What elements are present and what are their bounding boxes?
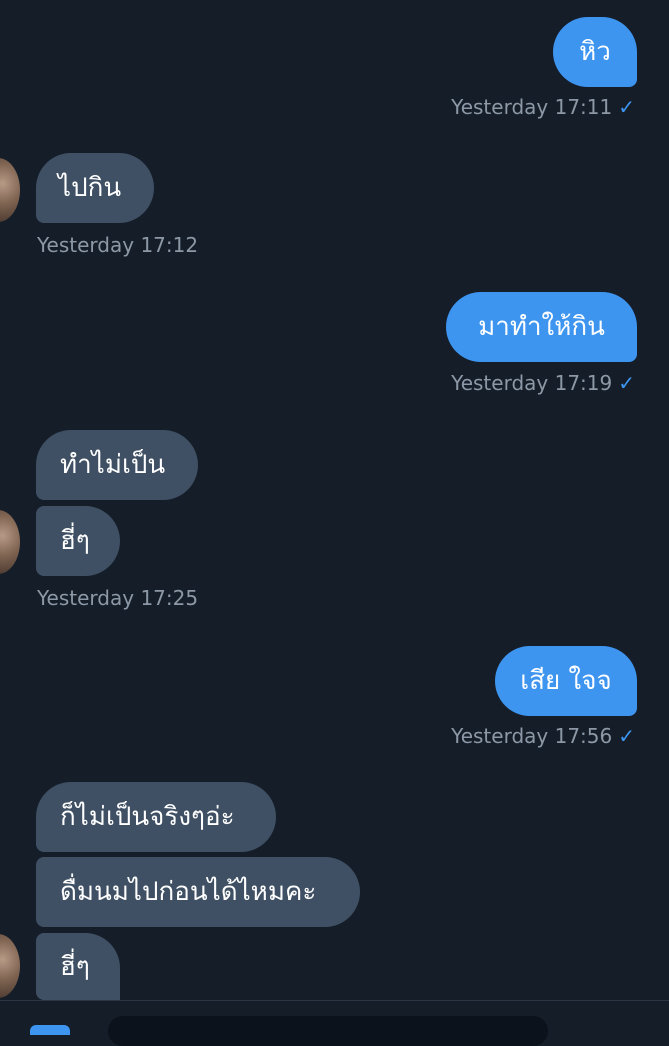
contact-avatar[interactable] (0, 158, 20, 222)
composer-divider (0, 1000, 669, 1001)
message-bubble-incoming[interactable]: ไปกิน (36, 153, 154, 223)
message-timestamp: Yesterday 17:25 (37, 588, 198, 608)
timestamp-text: Yesterday 17:11 (451, 95, 613, 119)
message-bubble-outgoing[interactable]: มาทำให้กิน (446, 292, 637, 362)
timestamp-text: Yesterday 17:12 (37, 233, 199, 257)
message-input[interactable] (108, 1016, 548, 1046)
message-bubble-incoming[interactable]: ฮี่ๆ (36, 506, 120, 576)
message-text: มาทำให้กิน (478, 312, 605, 342)
message-timestamp: Yesterday 17:12 (37, 235, 198, 255)
message-timestamp: Yesterday 17:11 ✓ (451, 97, 635, 117)
message-text: หิว (579, 37, 611, 67)
check-icon: ✓ (618, 95, 635, 119)
message-timestamp: Yesterday 17:56 ✓ (451, 726, 635, 746)
message-bubble-incoming[interactable]: ฮี่ๆ (36, 933, 120, 1000)
message-bubble-incoming[interactable]: ก็ไม่เป็นจริงๆอ่ะ (36, 782, 276, 852)
timestamp-text: Yesterday 17:56 (451, 724, 613, 748)
message-text: ไปกิน (58, 173, 122, 203)
message-bubble-incoming[interactable]: ดื่มนมไปก่อนได้ไหมคะ (36, 857, 360, 927)
timestamp-text: Yesterday 17:25 (37, 586, 199, 610)
message-text: ก็ไม่เป็นจริงๆอ่ะ (60, 802, 235, 832)
timestamp-text: Yesterday 17:19 (451, 371, 613, 395)
message-bubble-outgoing[interactable]: หิว (553, 17, 637, 87)
message-bubble-incoming[interactable]: ทำไม่เป็น (36, 430, 198, 500)
message-text: ฮี่ๆ (60, 526, 90, 556)
message-text: ดื่มนมไปก่อนได้ไหมคะ (60, 877, 317, 907)
attachment-button[interactable] (30, 1025, 70, 1035)
message-text: ทำไม่เป็น (60, 450, 166, 480)
message-timestamp: Yesterday 17:19 ✓ (451, 373, 635, 393)
check-icon: ✓ (618, 724, 635, 748)
check-icon: ✓ (618, 371, 635, 395)
message-text: ฮี่ๆ (60, 951, 90, 982)
contact-avatar[interactable] (0, 510, 20, 574)
contact-avatar[interactable] (0, 934, 20, 998)
message-bubble-outgoing[interactable]: เสีย ใจจ (495, 646, 637, 716)
message-text: เสีย ใจจ (520, 666, 612, 696)
